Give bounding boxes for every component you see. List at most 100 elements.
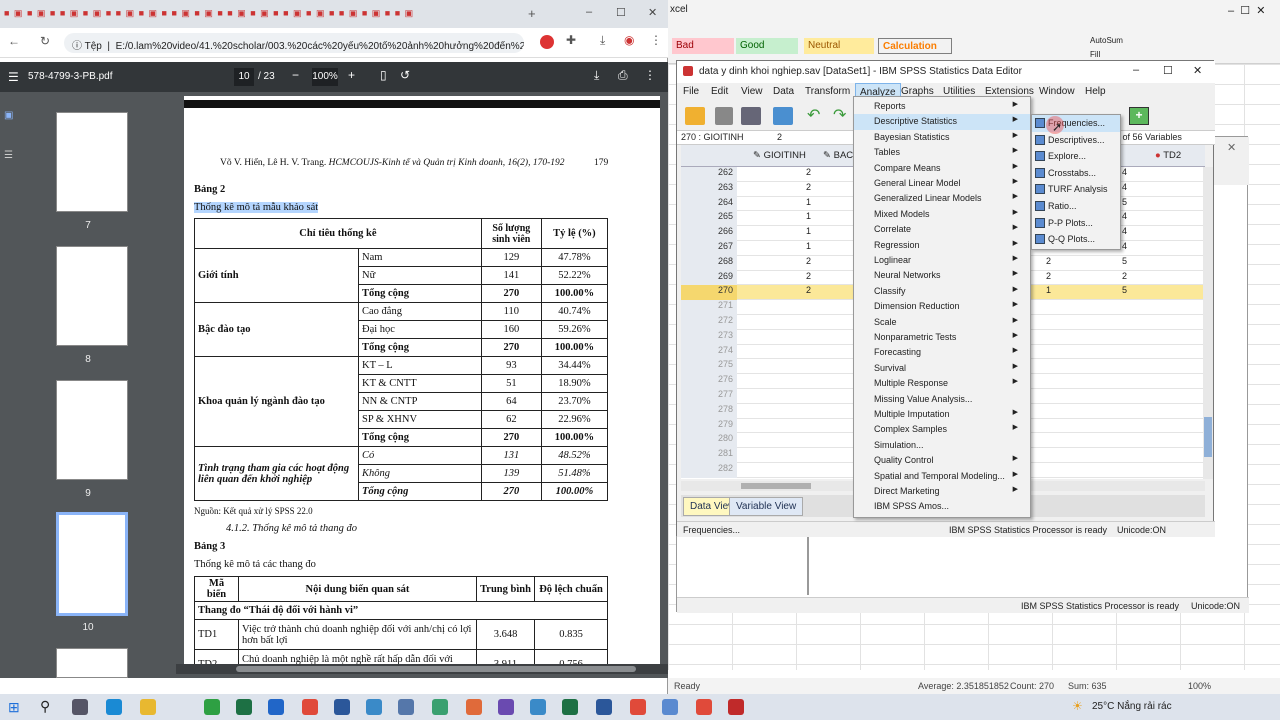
- row-number[interactable]: 274: [681, 344, 737, 360]
- analyze-menu-item[interactable]: Multiple Response ▶: [854, 376, 1030, 391]
- row-number[interactable]: 265: [681, 211, 737, 227]
- analyze-menu-item[interactable]: Mixed Models ▶: [854, 207, 1030, 222]
- thumbnail-page-selected[interactable]: [56, 512, 128, 616]
- column-header-td2[interactable]: ● TD2: [1155, 150, 1181, 161]
- style-good[interactable]: Good: [736, 38, 798, 54]
- row-number[interactable]: 267: [681, 241, 737, 256]
- reload-icon[interactable]: ↻: [40, 34, 50, 48]
- submenu-item[interactable]: Explore...: [1032, 148, 1120, 165]
- thumbnail-page[interactable]: [56, 380, 128, 480]
- row-number[interactable]: 282: [681, 463, 737, 478]
- chrome-icon[interactable]: [696, 699, 712, 715]
- column-header-gioitinh[interactable]: ✎ GIOITINH: [753, 150, 806, 161]
- data-cell[interactable]: 1: [737, 197, 815, 207]
- menu-window[interactable]: Window: [1039, 86, 1075, 97]
- spss-minimize-icon[interactable]: –: [1133, 64, 1139, 76]
- analyze-menu-item[interactable]: Quality Control ▶: [854, 453, 1030, 468]
- file-explorer-icon[interactable]: [140, 699, 156, 715]
- analyze-menu-item[interactable]: Nonparametric Tests ▶: [854, 330, 1030, 345]
- app-icon[interactable]: [728, 699, 744, 715]
- extensions-puzzle-icon[interactable]: ✚: [566, 33, 576, 47]
- grid-vertical-scrollbar[interactable]: [1203, 167, 1213, 479]
- row-number[interactable]: 273: [681, 329, 737, 345]
- site-info-icon[interactable]: ⓘ: [72, 41, 85, 52]
- redo-icon[interactable]: ↷: [833, 105, 846, 125]
- menu-file[interactable]: File: [683, 86, 699, 97]
- pdf-menu-icon[interactable]: ☰: [8, 70, 19, 84]
- download-icon[interactable]: ⤓: [600, 33, 605, 48]
- extension-icon[interactable]: [540, 35, 554, 49]
- menu-transform[interactable]: Transform: [805, 86, 850, 97]
- close-icon[interactable]: ✕: [1227, 141, 1236, 154]
- row-number[interactable]: 266: [681, 226, 737, 241]
- style-calculation[interactable]: Calculation: [878, 38, 952, 54]
- task-view-icon[interactable]: [72, 699, 88, 715]
- analyze-menu-item[interactable]: Loglinear ▶: [854, 253, 1030, 268]
- app-icon[interactable]: [530, 699, 546, 715]
- data-cell[interactable]: 1: [737, 241, 815, 251]
- analyze-menu-item[interactable]: Classify ▶: [854, 284, 1030, 299]
- browser-menu-icon[interactable]: ⋮: [650, 33, 662, 47]
- menu-view[interactable]: View: [741, 86, 763, 97]
- outline-icon[interactable]: ☰: [4, 150, 13, 161]
- data-cell[interactable]: 1: [737, 211, 815, 221]
- menu-data[interactable]: Data: [773, 86, 794, 97]
- analyze-menu-item[interactable]: Reports ▶: [854, 99, 1030, 114]
- chrome-icon[interactable]: [630, 699, 646, 715]
- cell-ref-value[interactable]: 2: [777, 132, 782, 142]
- zoom-out-icon[interactable]: −: [292, 68, 299, 82]
- analyze-menu-item[interactable]: Survival ▶: [854, 361, 1030, 376]
- row-number[interactable]: 275: [681, 359, 737, 375]
- row-number[interactable]: 280: [681, 433, 737, 449]
- style-bad[interactable]: Bad: [672, 38, 734, 54]
- analyze-menu-item[interactable]: General Linear Model ▶: [854, 176, 1030, 191]
- back-icon[interactable]: ←: [8, 34, 20, 48]
- row-number[interactable]: 264: [681, 196, 737, 212]
- thumbnail-page[interactable]: [56, 112, 128, 212]
- app-icon[interactable]: [466, 699, 482, 715]
- analyze-menu-item[interactable]: Complex Samples ▶: [854, 422, 1030, 437]
- data-cell[interactable]: 1: [737, 226, 815, 236]
- pdf-download-icon[interactable]: ⤓: [594, 68, 599, 83]
- menu-edit[interactable]: Edit: [711, 86, 728, 97]
- fit-page-icon[interactable]: ▯: [380, 68, 387, 82]
- undo-icon[interactable]: ↶: [807, 105, 820, 125]
- analyze-menu-item[interactable]: Correlate ▶: [854, 222, 1030, 237]
- excel-zoom[interactable]: 100%: [1188, 681, 1211, 691]
- browser-close-icon[interactable]: ✕: [648, 6, 657, 19]
- analyze-menu-item[interactable]: Missing Value Analysis...: [854, 392, 1030, 407]
- data-cell[interactable]: 2: [737, 271, 815, 281]
- analyze-menu-item[interactable]: Forecasting ▶: [854, 345, 1030, 360]
- analyze-menu-item[interactable]: Descriptive Statistics ▶: [854, 114, 1030, 130]
- tab-strip[interactable]: ■ ▣ ■ ▣ ■ ■ ▣ ■ ▣ ■ ■ ▣ ■ ▣ ■ ■ ▣ ■ ▣ ■ …: [0, 0, 668, 28]
- app-icon[interactable]: [432, 699, 448, 715]
- submenu-item[interactable]: P-P Plots...: [1032, 215, 1120, 232]
- analyze-menu-item[interactable]: Direct Marketing ▶: [854, 484, 1030, 499]
- submenu-item[interactable]: Crosstabs...: [1032, 165, 1120, 182]
- analyze-menu-item[interactable]: Multiple Imputation ▶: [854, 407, 1030, 422]
- browser-maximize-icon[interactable]: ☐: [616, 6, 626, 19]
- data-cell[interactable]: 2: [737, 256, 815, 266]
- app-icon[interactable]: [662, 699, 678, 715]
- tab-icons[interactable]: ■ ▣ ■ ▣ ■ ■ ▣ ■ ▣ ■ ■ ▣ ■ ▣ ■ ■ ▣ ■ ▣ ■ …: [4, 8, 524, 19]
- row-number[interactable]: 270: [681, 285, 737, 301]
- row-number[interactable]: 269: [681, 270, 737, 286]
- row-number[interactable]: 263: [681, 181, 737, 197]
- row-number[interactable]: 271: [681, 300, 737, 315]
- spss-taskbar-icon[interactable]: [398, 699, 414, 715]
- dialog-recall-icon[interactable]: [773, 107, 793, 125]
- analyze-menu-item[interactable]: Compare Means ▶: [854, 161, 1030, 176]
- print-icon[interactable]: [741, 107, 761, 125]
- pdf-zoom-input[interactable]: 100%: [312, 68, 338, 86]
- add-icon[interactable]: +: [1129, 107, 1149, 125]
- row-number[interactable]: 262: [681, 167, 737, 182]
- pdf-more-icon[interactable]: ⋮: [644, 68, 656, 82]
- search-icon[interactable]: ⚲: [40, 698, 50, 715]
- weather-icon[interactable]: ☀: [1072, 699, 1083, 713]
- analyze-menu-item[interactable]: Simulation...: [854, 438, 1030, 453]
- autosum-button[interactable]: AutoSum: [1090, 36, 1123, 45]
- analyze-menu-item[interactable]: IBM SPSS Amos...: [854, 499, 1030, 514]
- data-cell[interactable]: 2: [737, 167, 815, 177]
- zoom-in-icon[interactable]: +: [348, 68, 355, 82]
- row-number[interactable]: 278: [681, 403, 737, 419]
